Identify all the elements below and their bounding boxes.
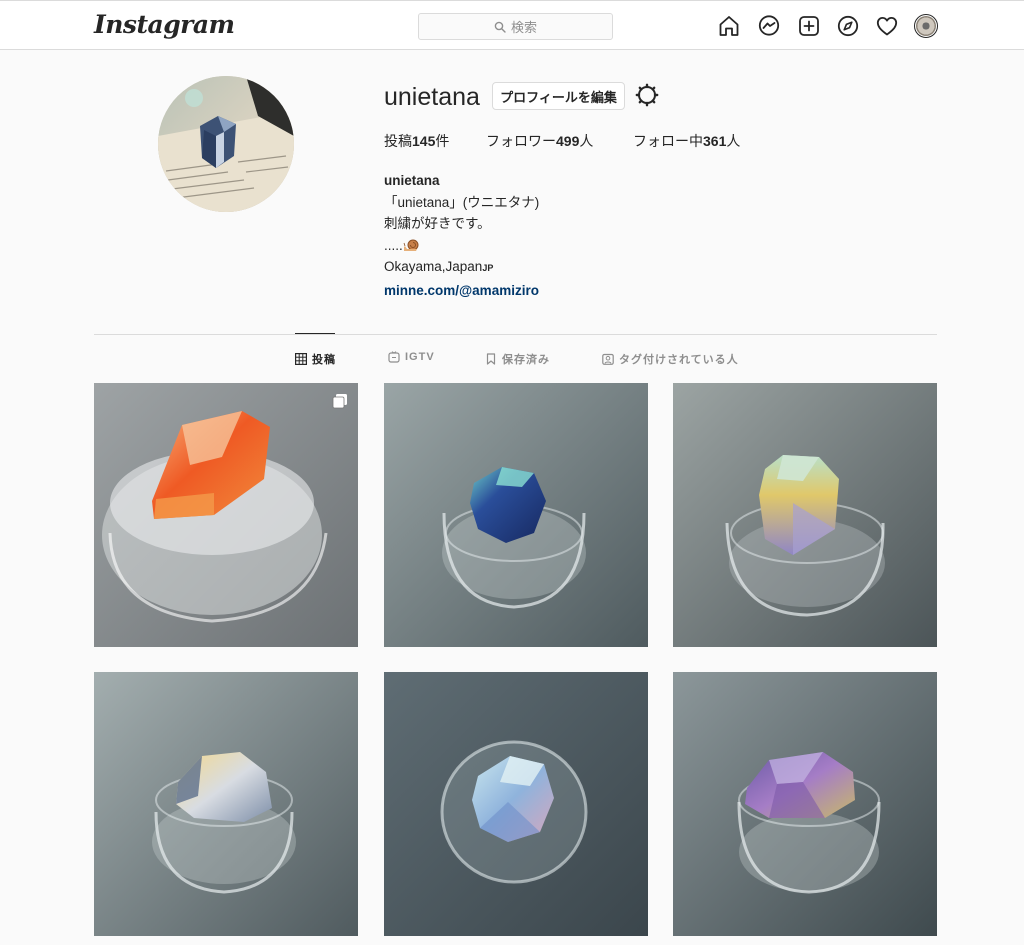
japan-flag-emoji: JP: [482, 263, 494, 273]
tab-saved[interactable]: 保存済み: [485, 351, 550, 367]
home-icon[interactable]: [717, 14, 741, 38]
profile-full-name: unietana: [384, 173, 440, 188]
profile-avatar[interactable]: [914, 14, 938, 38]
profile-username: unietana: [384, 83, 480, 111]
bio-line: 「unietana」(ウニエタナ): [384, 194, 540, 210]
followers-count[interactable]: フォロワー499人: [486, 131, 593, 151]
profile-picture[interactable]: [158, 76, 294, 212]
tabs-divider: [94, 334, 937, 335]
active-tab-indicator: [295, 333, 335, 334]
post-thumbnail[interactable]: [94, 383, 358, 647]
following-count[interactable]: フォロー中361人: [633, 131, 740, 151]
explore-icon[interactable]: [836, 14, 860, 38]
post-photo-orange-gem: [94, 383, 358, 647]
activity-heart-icon[interactable]: [875, 14, 899, 38]
snail-emoji-icon: [403, 239, 419, 251]
avatar-image: [916, 16, 936, 36]
tagged-person-icon: [602, 353, 614, 365]
post-photo-purple-gem: [673, 672, 937, 936]
posts-count: 投稿145件: [384, 133, 450, 149]
new-post-icon[interactable]: [797, 14, 821, 38]
bio-line-dots: .....: [384, 235, 539, 257]
search-icon: [494, 21, 506, 33]
top-navigation: Instagram 検索: [0, 0, 1024, 50]
post-thumbnail[interactable]: [673, 672, 937, 936]
grid-icon: [295, 353, 307, 365]
post-thumbnail[interactable]: [94, 672, 358, 936]
bio-website-link[interactable]: minne.com/@amamiziro: [384, 280, 539, 302]
instagram-logo[interactable]: Instagram: [94, 10, 235, 39]
post-thumbnail[interactable]: [384, 383, 648, 647]
igtv-icon: [388, 351, 400, 363]
profile-photo-gem-on-book: [158, 76, 294, 212]
bio-line: 刺繍が好きです。: [384, 216, 491, 231]
profile-bio: unietana 「unietana」(ウニエタナ) 刺繍が好きです。 ....…: [384, 170, 539, 301]
tab-igtv[interactable]: IGTV: [388, 351, 435, 363]
tab-tagged[interactable]: タグ付けされている人: [602, 351, 739, 367]
multiple-photos-icon: [332, 394, 347, 409]
post-thumbnail[interactable]: [673, 383, 937, 647]
post-photo-pale-blue-gem: [94, 672, 358, 936]
tab-posts[interactable]: 投稿: [295, 351, 336, 367]
search-input[interactable]: 検索: [418, 13, 613, 40]
messenger-icon[interactable]: [757, 14, 781, 38]
edit-profile-button[interactable]: プロフィールを編集: [492, 82, 625, 110]
post-photo-blue-gem: [384, 383, 648, 647]
settings-gear-icon[interactable]: [635, 83, 659, 107]
post-photo-light-blue-gem: [384, 672, 648, 936]
bookmark-icon: [486, 353, 496, 365]
post-photo-yellow-lilac-gem: [673, 383, 937, 647]
search-placeholder: 検索: [510, 20, 537, 35]
bio-location: Okayama,JapanJP: [384, 259, 494, 274]
post-thumbnail[interactable]: [384, 672, 648, 936]
